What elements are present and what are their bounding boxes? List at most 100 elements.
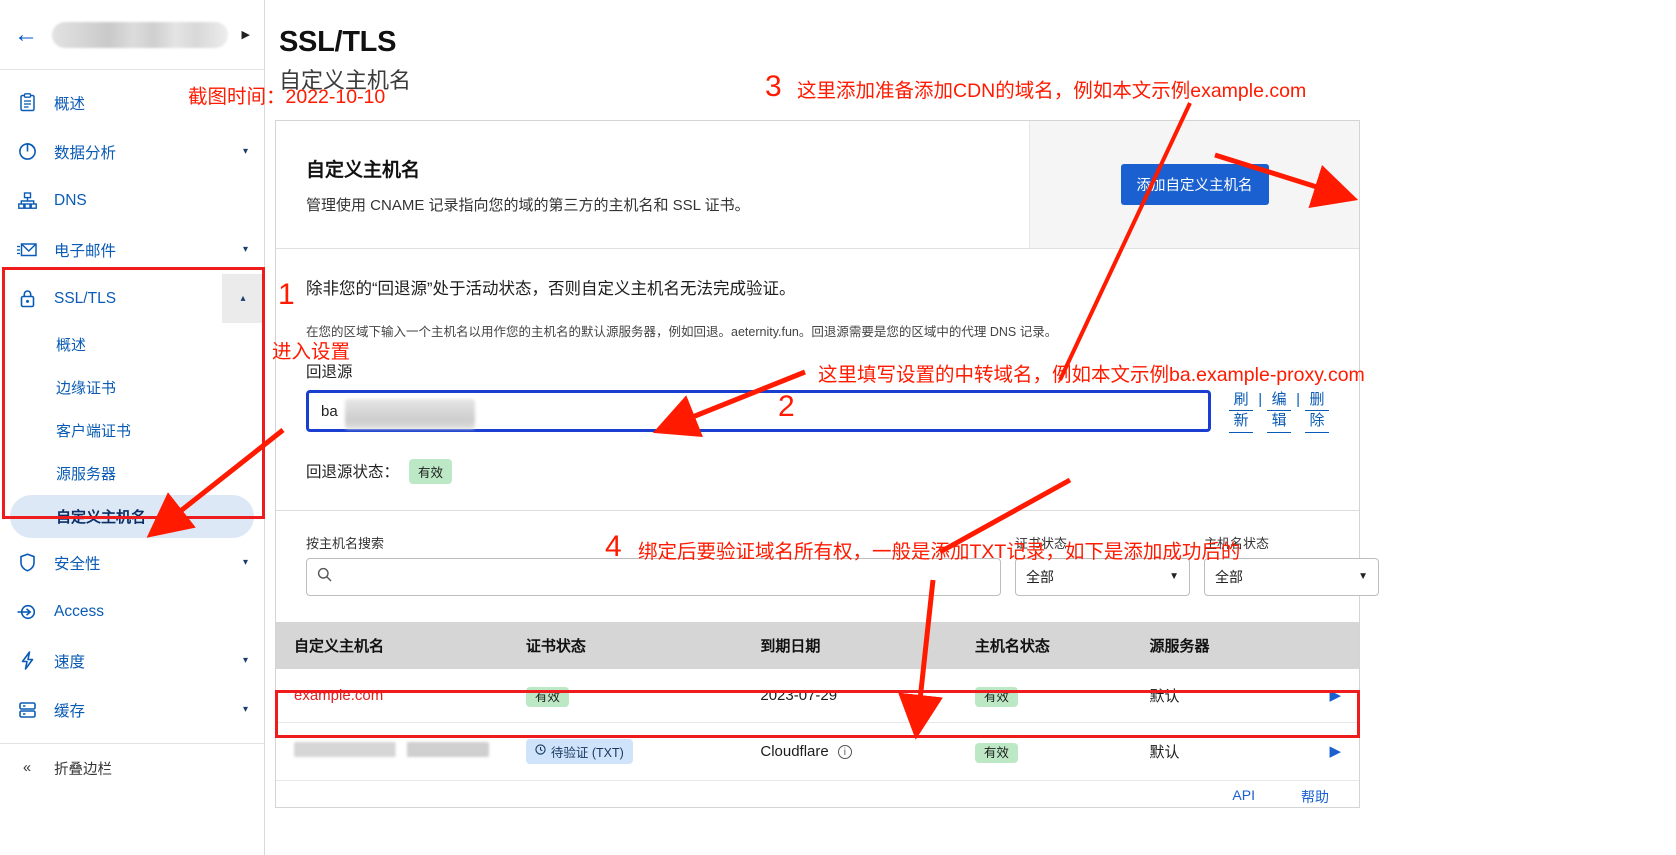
chevron-right-icon[interactable]: ▶ (1329, 743, 1341, 760)
cell-hostname: example.com (276, 668, 526, 723)
delete-link[interactable]: 删 除 (1305, 390, 1329, 433)
sidebar-item-label: 安全性 (54, 555, 101, 573)
table-row[interactable]: 待验证 (TXT) Cloudflare i 有效 默认 ▶ (276, 722, 1359, 781)
cell-host-status: 有效 (974, 668, 1150, 723)
zone-selector[interactable]: ← ▶ (0, 0, 264, 70)
table-head: 自定义主机名 证书状态 到期日期 主机名状态 源服务器 (276, 621, 1359, 669)
zone-name-redacted (52, 21, 228, 48)
cell-expand[interactable]: ▶ (1299, 722, 1359, 781)
hostname-value: example.com (294, 686, 384, 704)
api-link[interactable]: API (1232, 787, 1255, 807)
chevron-down-icon[interactable]: ▾ (243, 146, 248, 157)
help-link[interactable]: 帮助 (1301, 787, 1329, 807)
cell-origin: 默认 (1149, 668, 1300, 723)
cell-host-status: 有效 (974, 722, 1150, 781)
sidebar-subitem-overview[interactable]: 概述 (0, 323, 264, 366)
sidebar-subitem-origin-server[interactable]: 源服务器 (0, 452, 264, 495)
table-footer: API 帮助 (276, 781, 1359, 807)
cert-status-select[interactable]: 全部 ▼ (1015, 557, 1190, 596)
sidebar-item-label: Access (54, 602, 104, 620)
fallback-origin-row: ba 刷 新 | 编 辑 | 删 除 (306, 390, 1329, 433)
cell-expand[interactable]: ▶ (1299, 668, 1359, 723)
expiry-value: Cloudflare (760, 742, 829, 760)
sidebar-item-overview[interactable]: 概述 (0, 78, 264, 127)
col-expiry: 到期日期 (760, 621, 975, 669)
sidebar-item-dns[interactable]: DNS (0, 176, 264, 225)
search-input[interactable] (340, 568, 990, 585)
refresh-link[interactable]: 刷 新 (1229, 390, 1254, 433)
add-custom-hostname-button[interactable]: 添加自定义主机名 (1120, 164, 1269, 205)
sidebar-item-speed[interactable]: 速度 ▾ (0, 636, 264, 685)
action-divider: | (1296, 391, 1300, 408)
sitemap-icon (16, 191, 38, 210)
pie-chart-icon (16, 142, 38, 161)
host-status-badge: 有效 (974, 686, 1018, 707)
col-cert-status: 证书状态 (525, 621, 761, 669)
chevron-right-icon[interactable]: ▶ (1329, 687, 1341, 704)
info-icon[interactable]: i (837, 744, 852, 759)
col-hostname: 自定义主机名 (276, 621, 526, 669)
cert-status-badge: 待验证 (TXT) (525, 738, 633, 764)
collapse-sidebar-button[interactable]: « 折叠边栏 (0, 744, 264, 792)
col-origin: 源服务器 (1149, 621, 1300, 669)
refresh-link-line2: 新 (1229, 411, 1254, 433)
table-row[interactable]: example.com 有效 2023-07-29 有效 默认 ▶ (276, 668, 1359, 723)
double-chevron-left-icon: « (22, 760, 32, 776)
sidebar-subitem-label: 边缘证书 (56, 380, 117, 397)
search-box[interactable] (306, 557, 1001, 596)
sidebar-item-access[interactable]: Access (0, 587, 264, 636)
chevron-down-icon[interactable]: ▾ (243, 704, 248, 715)
edit-link[interactable]: 编 辑 (1267, 390, 1292, 433)
back-arrow-icon[interactable]: ← (14, 22, 38, 47)
chevron-down-icon[interactable]: ▾ (243, 244, 248, 255)
sidebar-subitem-client-certificates[interactable]: 客户端证书 (0, 409, 264, 452)
sidebar-subitem-label: 概述 (56, 337, 87, 354)
fallback-origin-input[interactable]: ba (306, 390, 1212, 432)
cell-hostname (276, 722, 526, 781)
sidebar-item-label: 概述 (54, 95, 86, 113)
host-status-badge: 有效 (974, 742, 1018, 763)
page-title: SSL/TLS (279, 26, 397, 58)
chevron-down-icon: ▼ (1358, 571, 1368, 582)
cell-cert-status: 有效 (525, 668, 761, 723)
sidebar-item-cache[interactable]: 缓存 ▾ (0, 685, 264, 734)
cell-expiry: Cloudflare i (760, 722, 975, 781)
host-status-filter-group: 主机名状态 全部 ▼ (1204, 533, 1379, 596)
fallback-hint-text: 在您的区域下输入一个主机名以用作您的主机名的默认源服务器，例如回退。aetern… (306, 325, 1058, 339)
delete-link-line1: 删 (1305, 390, 1329, 412)
delete-link-line2: 除 (1305, 411, 1329, 433)
host-status-value: 全部 (1215, 568, 1243, 585)
cert-status-text: 待验证 (TXT) (550, 745, 624, 760)
action-divider: | (1258, 391, 1263, 408)
col-actions (1299, 621, 1359, 669)
clock-icon (535, 744, 546, 758)
sidebar-item-label: 数据分析 (54, 144, 117, 162)
sidebar-subitem-custom-hostnames[interactable]: 自定义主机名 (10, 495, 254, 538)
cell-cert-status: 待验证 (TXT) (525, 722, 761, 781)
fallback-warning-text: 除非您的“回退源”处于活动状态，否则自定义主机名无法完成验证。 (306, 280, 796, 298)
sidebar-subitem-label: 源服务器 (56, 466, 117, 483)
custom-hostnames-card: 自定义主机名 管理使用 CNAME 记录指向您的域的第三方的主机名和 SSL 证… (275, 120, 1379, 808)
collapse-toggle[interactable]: ▴ (222, 274, 264, 323)
fallback-origin-actions: 刷 新 | 编 辑 | 删 除 (1229, 390, 1329, 433)
card-description: 管理使用 CNAME 记录指向您的域的第三方的主机名和 SSL 证书。 (306, 197, 750, 214)
card-header-text: 自定义主机名 管理使用 CNAME 记录指向您的域的第三方的主机名和 SSL 证… (276, 121, 1029, 248)
sidebar-item-ssl-tls[interactable]: SSL/TLS ▴ (0, 274, 264, 323)
page-header: SSL/TLS 自定义主机名 (265, 0, 1676, 95)
fallback-origin-redacted (345, 399, 475, 429)
chevron-down-icon[interactable]: ▾ (243, 557, 248, 568)
chevron-down-icon: ▼ (1169, 571, 1179, 582)
host-status-select[interactable]: 全部 ▼ (1204, 557, 1379, 596)
chevron-right-icon[interactable]: ▶ (242, 28, 250, 41)
sidebar-subitem-edge-certificates[interactable]: 边缘证书 (0, 366, 264, 409)
cell-origin: 默认 (1149, 722, 1300, 781)
sidebar: ← ▶ 概述 数据分析 ▾ DNS 电子邮件 ▾ SSL/TLS ▴ 概述 边缘… (0, 0, 265, 855)
chevron-down-icon[interactable]: ▾ (243, 655, 248, 666)
sidebar-item-email[interactable]: 电子邮件 ▾ (0, 225, 264, 274)
lock-icon (16, 289, 38, 308)
search-icon (317, 567, 332, 587)
cert-status-filter-group: 证书状态 全部 ▼ (1015, 533, 1190, 596)
sidebar-item-security[interactable]: 安全性 ▾ (0, 538, 264, 587)
sidebar-item-analytics[interactable]: 数据分析 ▾ (0, 127, 264, 176)
page-subtitle: 自定义主机名 (279, 68, 412, 93)
